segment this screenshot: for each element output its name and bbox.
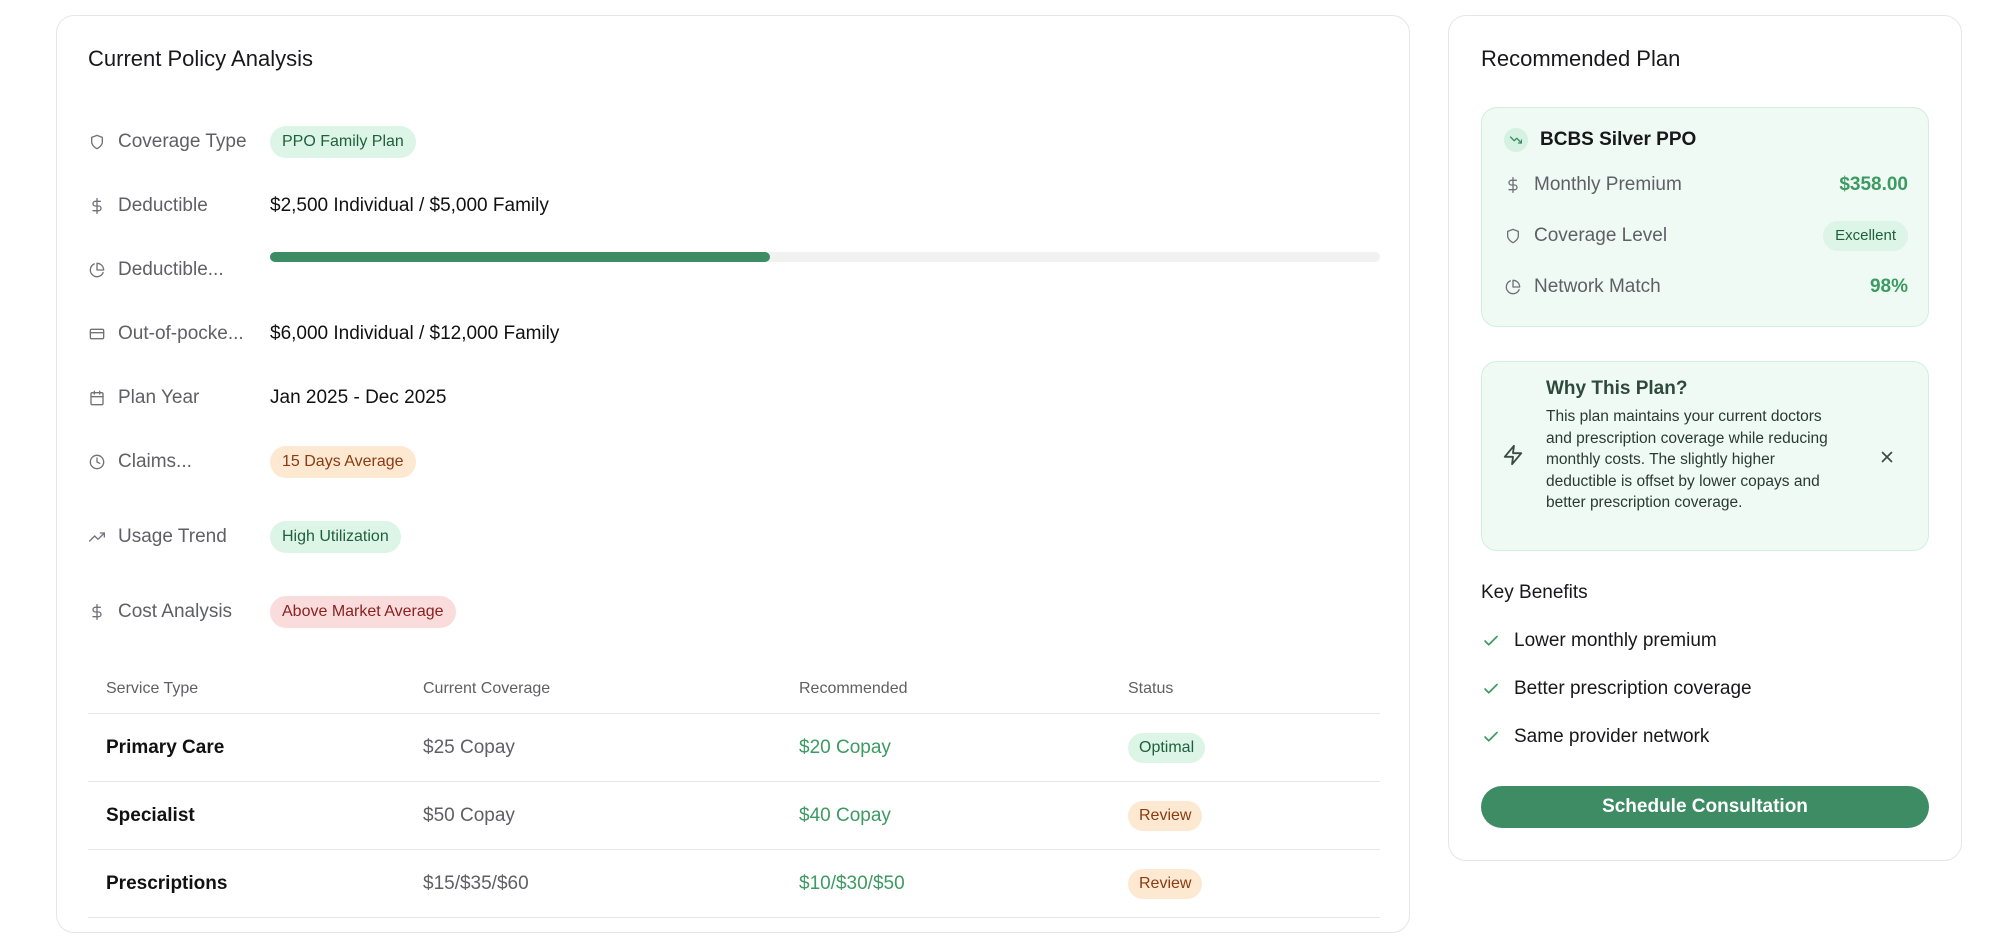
recommended-cell: $40 Copay bbox=[799, 804, 891, 826]
policy-row-plan-year: Plan Year Jan 2025 - Dec 2025 bbox=[88, 378, 446, 418]
usage-trend-badge: High Utilization bbox=[270, 521, 401, 553]
recommended-plan-card: Recommended Plan BCBS Silver PPO Monthly… bbox=[1448, 15, 1962, 861]
why-this-plan-box: Why This Plan? This plan maintains your … bbox=[1481, 361, 1929, 551]
deductible-value: $2,500 Individual / $5,000 Family bbox=[270, 195, 549, 216]
status-badge: Review bbox=[1128, 868, 1203, 899]
benefit-item: Lower monthly premium bbox=[1481, 630, 1717, 652]
zap-icon bbox=[1502, 444, 1524, 471]
calendar-icon bbox=[88, 389, 106, 407]
key-benefits-title: Key Benefits bbox=[1481, 582, 1588, 603]
policy-label: Deductible bbox=[118, 195, 208, 216]
current-coverage-cell: $25 Copay bbox=[423, 736, 515, 758]
table-row: Specialist $50 Copay $40 Copay Review bbox=[88, 782, 1380, 850]
plan-name: BCBS Silver PPO bbox=[1540, 129, 1697, 150]
credit-card-icon bbox=[88, 325, 106, 343]
policy-label: Usage Trend bbox=[118, 526, 227, 547]
shield-icon bbox=[88, 133, 106, 151]
metric-label: Coverage Level bbox=[1534, 225, 1668, 246]
header-status: Status bbox=[1128, 679, 1174, 697]
current-coverage-cell: $50 Copay bbox=[423, 804, 515, 826]
why-this-plan-text: This plan maintains your current doctors… bbox=[1546, 408, 1828, 511]
plan-summary-box: BCBS Silver PPO Monthly Premium $358.00 … bbox=[1481, 107, 1929, 327]
benefit-label: Lower monthly premium bbox=[1514, 630, 1717, 651]
pie-chart-icon bbox=[1504, 278, 1522, 296]
coverage-type-badge: PPO Family Plan bbox=[270, 126, 416, 158]
service-type-cell: Primary Care bbox=[106, 736, 225, 758]
current-policy-title: Current Policy Analysis bbox=[88, 46, 313, 71]
header-service-type: Service Type bbox=[106, 679, 199, 697]
metric-network-match: Network Match 98% bbox=[1504, 272, 1908, 302]
benefit-label: Better prescription coverage bbox=[1514, 678, 1752, 699]
policy-label: Coverage Type bbox=[118, 131, 247, 152]
check-icon bbox=[1481, 727, 1501, 747]
metric-monthly-premium: Monthly Premium $358.00 bbox=[1504, 170, 1908, 200]
schedule-consultation-button[interactable]: Schedule Consultation bbox=[1481, 786, 1929, 828]
header-recommended: Recommended bbox=[799, 679, 908, 697]
check-icon bbox=[1481, 631, 1501, 651]
status-badge: Optimal bbox=[1128, 732, 1206, 763]
deductible-progress-fill bbox=[270, 252, 770, 262]
policy-row-deductible-progress: Deductible... bbox=[88, 250, 270, 290]
current-policy-card: Current Policy Analysis Coverage Type PP… bbox=[56, 15, 1410, 933]
trending-down-icon bbox=[1504, 128, 1528, 152]
benefit-item: Better prescription coverage bbox=[1481, 678, 1752, 700]
close-icon[interactable] bbox=[1876, 446, 1898, 468]
dollar-icon bbox=[88, 603, 106, 621]
table-row: Prescriptions $15/$35/$60 $10/$30/$50 Re… bbox=[88, 850, 1380, 918]
recommended-cell: $20 Copay bbox=[799, 736, 891, 758]
current-coverage-cell: $15/$35/$60 bbox=[423, 872, 529, 894]
service-type-cell: Prescriptions bbox=[106, 872, 228, 894]
pie-chart-icon bbox=[88, 261, 106, 279]
policy-label: Out-of-pocke... bbox=[118, 323, 244, 344]
dollar-icon bbox=[1504, 176, 1522, 194]
metric-label: Monthly Premium bbox=[1534, 174, 1682, 195]
trending-up-icon bbox=[88, 528, 106, 546]
claims-badge: 15 Days Average bbox=[270, 446, 416, 478]
metric-label: Network Match bbox=[1534, 276, 1661, 297]
header-current-coverage: Current Coverage bbox=[423, 679, 551, 697]
recommended-cell: $10/$30/$50 bbox=[799, 872, 905, 894]
table-header: Service Type Current Coverage Recommende… bbox=[88, 664, 1380, 714]
policy-row-usage-trend: Usage Trend High Utilization bbox=[88, 517, 401, 557]
status-badge: Review bbox=[1128, 800, 1203, 831]
clock-icon bbox=[88, 453, 106, 471]
plan-header: BCBS Silver PPO bbox=[1504, 128, 1696, 152]
shield-icon bbox=[1504, 227, 1522, 245]
cost-analysis-badge: Above Market Average bbox=[270, 596, 456, 628]
policy-row-deductible: Deductible $2,500 Individual / $5,000 Fa… bbox=[88, 186, 549, 226]
benefit-label: Same provider network bbox=[1514, 726, 1710, 747]
table-row: Primary Care $25 Copay $20 Copay Optimal bbox=[88, 714, 1380, 782]
policy-row-cost-analysis: Cost Analysis Above Market Average bbox=[88, 592, 456, 632]
why-this-plan-title: Why This Plan? bbox=[1546, 378, 1688, 399]
check-icon bbox=[1481, 679, 1501, 699]
policy-label: Plan Year bbox=[118, 387, 200, 408]
recommended-plan-title: Recommended Plan bbox=[1481, 46, 1681, 71]
network-match-value: 98% bbox=[1869, 276, 1908, 297]
plan-year-value: Jan 2025 - Dec 2025 bbox=[270, 387, 447, 408]
policy-label: Cost Analysis bbox=[118, 601, 233, 622]
coverage-comparison-table: Service Type Current Coverage Recommende… bbox=[88, 664, 1380, 918]
policy-row-out-of-pocket: Out-of-pocke... $6,000 Individual / $12,… bbox=[88, 314, 559, 354]
policy-row-claims: Claims... 15 Days Average bbox=[88, 442, 416, 482]
policy-label: Claims... bbox=[118, 451, 192, 472]
out-of-pocket-value: $6,000 Individual / $12,000 Family bbox=[270, 323, 560, 344]
dollar-icon bbox=[88, 197, 106, 215]
deductible-progress-bar bbox=[270, 252, 1380, 262]
service-type-cell: Specialist bbox=[106, 804, 195, 826]
benefit-item: Same provider network bbox=[1481, 726, 1709, 748]
policy-label: Deductible... bbox=[118, 259, 224, 280]
monthly-premium-value: $358.00 bbox=[1839, 174, 1908, 195]
coverage-level-badge: Excellent bbox=[1823, 221, 1908, 251]
policy-row-coverage-type: Coverage Type PPO Family Plan bbox=[88, 122, 416, 162]
metric-coverage-level: Coverage Level Excellent bbox=[1504, 221, 1908, 251]
